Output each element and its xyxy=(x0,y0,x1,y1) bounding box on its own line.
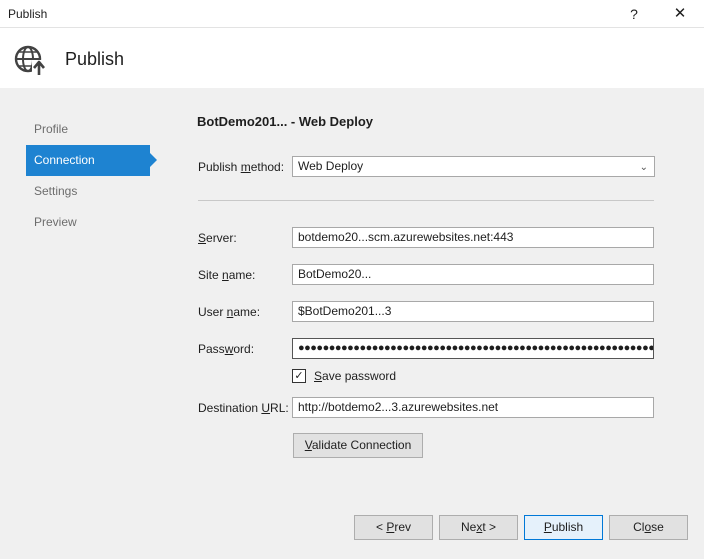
nav-item-connection[interactable]: Connection xyxy=(26,145,157,176)
site-name-input[interactable]: BotDemo20... xyxy=(292,264,654,285)
publish-method-select[interactable]: Web Deploy ⌄ xyxy=(292,156,655,177)
destination-url-input[interactable]: http://botdemo2...3.azurewebsites.net xyxy=(292,397,654,418)
save-password-label: Save password xyxy=(314,369,397,383)
password-input[interactable]: ●●●●●●●●●●●●●●●●●●●●●●●●●●●●●●●●●●●●●●●●… xyxy=(292,338,654,359)
password-label: Password: xyxy=(198,342,255,356)
save-password-checkbox[interactable]: ✓ xyxy=(292,369,306,383)
nav-item-profile[interactable]: Profile xyxy=(26,114,158,145)
close-window-button[interactable]: ✕ xyxy=(668,3,692,25)
profile-title: BotDemo201... - Web Deploy xyxy=(197,114,374,129)
server-input[interactable]: botdemo20...scm.azurewebsites.net:443 xyxy=(292,227,654,248)
title-bar: Publish ? ✕ xyxy=(0,0,704,28)
user-name-input[interactable]: $BotDemo201...3 xyxy=(292,301,654,322)
page-title: Publish xyxy=(65,49,125,69)
globe-publish-icon xyxy=(14,45,46,75)
wizard-nav: Profile Connection Settings Preview xyxy=(26,114,158,238)
divider xyxy=(198,200,654,201)
publish-method-value: Web Deploy xyxy=(298,159,364,173)
user-name-label: User name: xyxy=(198,305,261,319)
site-name-label: Site name: xyxy=(198,268,256,282)
publish-button[interactable]: Publish xyxy=(524,515,603,540)
prev-button[interactable]: < Prev xyxy=(354,515,433,540)
server-label: Server: xyxy=(198,231,237,245)
chevron-down-icon: ⌄ xyxy=(639,162,648,173)
next-button[interactable]: Next > xyxy=(439,515,518,540)
nav-item-preview[interactable]: Preview xyxy=(26,207,158,238)
validate-connection-button[interactable]: Validate Connection xyxy=(293,433,423,458)
publish-method-label: Publish method: xyxy=(198,160,285,174)
help-button[interactable]: ? xyxy=(624,3,644,25)
dialog-header: Publish xyxy=(0,29,704,88)
content-area: Profile Connection Settings Preview BotD… xyxy=(0,88,704,559)
window-title: Publish xyxy=(8,7,48,21)
close-button[interactable]: Close xyxy=(609,515,688,540)
destination-url-label: Destination URL: xyxy=(198,401,289,415)
nav-item-settings[interactable]: Settings xyxy=(26,176,158,207)
